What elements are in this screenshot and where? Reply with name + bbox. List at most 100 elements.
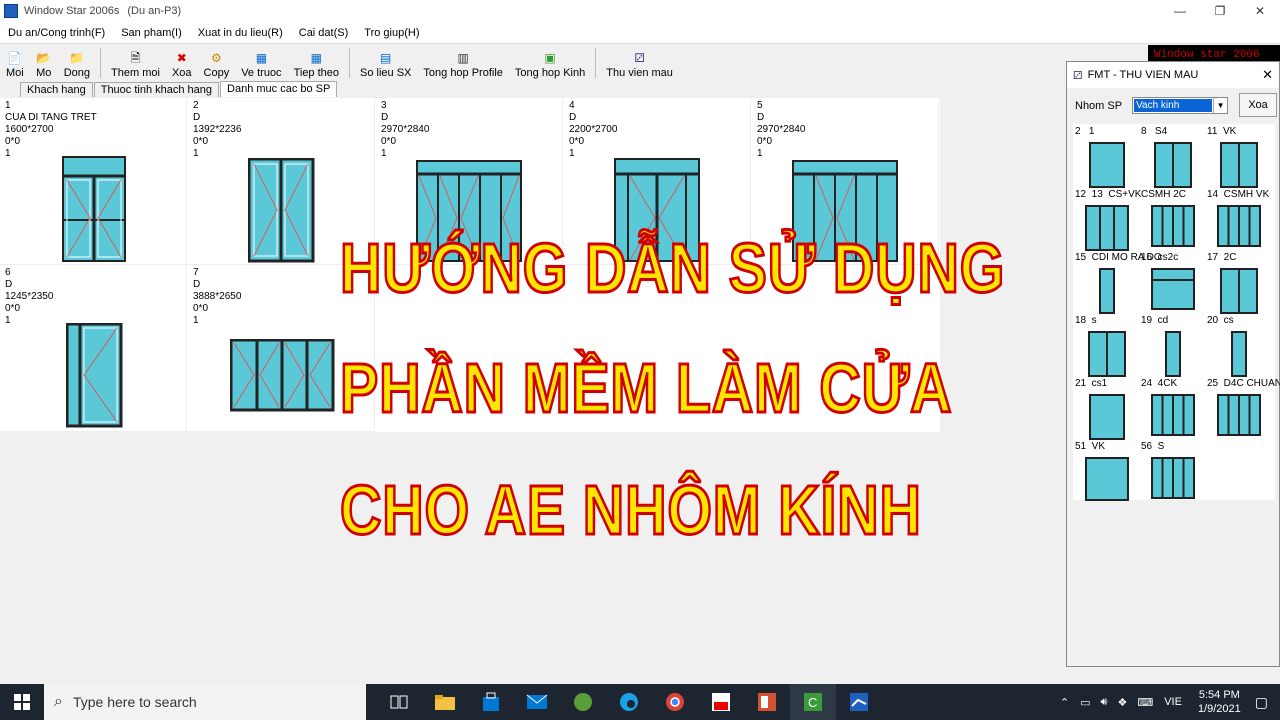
- sample-label: 12 13 CS+VK: [1075, 189, 1142, 200]
- copy-button[interactable]: ⚙ Copy: [198, 45, 236, 81]
- search-icon: ⌕: [54, 693, 63, 710]
- sample-item[interactable]: 56 S: [1139, 439, 1205, 502]
- toolbar-divider: [595, 48, 597, 78]
- sample-thumbnail: [1085, 205, 1129, 251]
- menu-bar: Du an/Cong trinh(F) San pham(I) Xuat in …: [0, 22, 1280, 44]
- app-icon: [4, 4, 18, 18]
- system-tray: ⌃ ▭ 🔊︎ ❖ ⌨ VIE 5:54 PM 1/9/2021 ▢: [1054, 684, 1280, 720]
- menu-settings[interactable]: Cai dat(S): [291, 27, 357, 39]
- start-button[interactable]: [0, 684, 44, 720]
- notification-icon[interactable]: ▢: [1255, 694, 1268, 711]
- sample-item[interactable]: 21 cs1: [1073, 376, 1139, 440]
- sample-item[interactable]: 51 VK: [1073, 439, 1139, 502]
- sample-thumbnail: [1154, 142, 1192, 188]
- mail-icon[interactable]: [514, 684, 560, 720]
- sample-item[interactable]: 25 D4C CHUAN: [1205, 376, 1280, 439]
- sample-item[interactable]: 18 s: [1073, 313, 1139, 377]
- delete-icon: ✖: [176, 51, 187, 65]
- network-icon[interactable]: ▭: [1080, 696, 1090, 709]
- previous-button[interactable]: ▦ Ve truoc: [235, 45, 287, 81]
- sample-thumbnail: [1151, 457, 1195, 499]
- product-offset: 0*0: [5, 303, 21, 314]
- sample-item[interactable]: 16 cs2c: [1139, 250, 1205, 313]
- volume-icon[interactable]: 🔊︎: [1101, 696, 1108, 709]
- product-cell[interactable]: 6 D 1245*2350 0*0 1: [0, 265, 187, 432]
- sample-item[interactable]: 20 cs: [1205, 313, 1271, 377]
- minimize-icon[interactable]: —: [1160, 0, 1200, 22]
- library-button[interactable]: ⚂ Thu vien mau: [600, 45, 679, 81]
- glass-summary-button[interactable]: ▣ Tong hop Kinh: [509, 45, 591, 81]
- chevron-up-icon[interactable]: ⌃: [1060, 696, 1069, 709]
- sample-label: 24 4CK: [1141, 378, 1178, 389]
- menu-project[interactable]: Du an/Cong trinh(F): [0, 27, 113, 39]
- sample-item[interactable]: 8 S4: [1139, 124, 1205, 188]
- overlay-line: HƯỚNG DẪN SỬ DỤNG: [339, 228, 1006, 309]
- sample-item[interactable]: 14 CSMH VK: [1205, 187, 1271, 250]
- product-cell[interactable]: 1 CUA DI TANG TRET 1600*2700 0*0 1: [0, 98, 187, 265]
- windows-icon: [14, 694, 30, 710]
- sample-label: 25 D4C CHUAN: [1207, 378, 1280, 389]
- profile-summary-button[interactable]: ▥ Tong hop Profile: [417, 45, 509, 81]
- copy-label: Copy: [203, 67, 230, 79]
- product-size: 1245*2350: [5, 291, 54, 302]
- new-button[interactable]: 📄 Moi: [0, 45, 30, 81]
- tool-app-icon[interactable]: [560, 684, 606, 720]
- keyboard-icon[interactable]: ⌨: [1137, 696, 1153, 709]
- dialog-close-icon[interactable]: ✕: [1262, 67, 1273, 83]
- sample-label: 51 VK: [1075, 441, 1106, 452]
- sample-thumbnail: [1099, 268, 1115, 314]
- product-size: 2970*2840: [381, 124, 430, 135]
- next-button[interactable]: ▦ Tiep theo: [288, 45, 345, 81]
- sample-item[interactable]: CSMH 2C: [1139, 187, 1205, 250]
- dialog-title: FMT - THU VIEN MAU: [1087, 69, 1199, 81]
- store-icon[interactable]: [468, 684, 514, 720]
- chrome-icon[interactable]: [652, 684, 698, 720]
- taskbar-search[interactable]: ⌕ Type here to search: [44, 684, 366, 720]
- file-explorer-icon[interactable]: [422, 684, 468, 720]
- tab-customer-properties[interactable]: Thuoc tinh khach hang: [93, 82, 220, 97]
- product-info: 5 D 2970*2840 0*0 1: [757, 100, 805, 160]
- camtasia-icon[interactable]: C: [790, 684, 836, 720]
- menu-product[interactable]: San pham(I): [113, 27, 190, 39]
- clock[interactable]: 5:54 PM 1/9/2021: [1198, 688, 1241, 716]
- open-button[interactable]: 📂 Mo: [30, 45, 58, 81]
- delete-button[interactable]: ✖ Xoa: [166, 45, 198, 81]
- sample-label: 19 cd: [1141, 315, 1169, 326]
- sample-item[interactable]: 11 VK: [1205, 124, 1271, 188]
- product-info: 6 D 1245*2350 0*0 1: [5, 267, 53, 327]
- tab-customer[interactable]: Khach hang: [20, 82, 93, 97]
- group-select[interactable]: Vach kinh ▼: [1132, 97, 1229, 114]
- new-file-icon: 📄: [7, 51, 23, 65]
- product-offset: 0*0: [757, 136, 773, 147]
- language-indicator[interactable]: VIE: [1164, 696, 1182, 708]
- sample-item[interactable]: 19 cd: [1139, 313, 1205, 377]
- edge-icon[interactable]: [606, 684, 652, 720]
- close-icon[interactable]: ✕: [1240, 0, 1280, 22]
- close-project-button[interactable]: 📁 Dong: [58, 45, 96, 81]
- youtube-app-icon[interactable]: [698, 684, 744, 720]
- product-name: CUA DI TANG TRET: [5, 112, 97, 123]
- sample-item[interactable]: 2 1: [1073, 124, 1139, 188]
- menu-help[interactable]: Tro giup(H): [356, 27, 427, 39]
- menu-export[interactable]: Xuat in du lieu(R): [190, 27, 291, 39]
- previous-icon: ▦: [255, 51, 268, 65]
- search-placeholder: Type here to search: [72, 694, 197, 710]
- production-data-button[interactable]: ▤ So lieu SX: [354, 45, 417, 81]
- add-new-button[interactable]: 🗎 Them moi: [105, 45, 166, 81]
- sample-item[interactable]: 17 2C: [1205, 250, 1271, 314]
- sample-list: 2 1 8 S4 11 VK 12 13 CS+VK CSMH 2C 14 CSMH VK…: [1073, 124, 1280, 502]
- tab-product-list[interactable]: Danh muc cac bo SP: [220, 81, 338, 97]
- sample-item[interactable]: 15 CDI MO RA DO: [1073, 250, 1162, 314]
- chevron-down-icon[interactable]: ▼: [1213, 98, 1227, 113]
- production-data-label: So lieu SX: [360, 67, 412, 79]
- taskbar: ⌕ Type here to search C ⌃ ▭ 🔊︎ ❖ ⌨ VIE 5…: [0, 684, 1280, 720]
- sample-item[interactable]: 24 4CK: [1139, 376, 1205, 439]
- dropbox-icon[interactable]: ❖: [1117, 696, 1127, 709]
- dialog-title-bar: ⚂ FMT - THU VIEN MAU ✕: [1067, 62, 1279, 88]
- powerpoint-icon[interactable]: [744, 684, 790, 720]
- task-view-icon[interactable]: [376, 684, 422, 720]
- window-star-icon[interactable]: [836, 684, 882, 720]
- maximize-icon[interactable]: ❐: [1200, 0, 1240, 22]
- delete-sample-button[interactable]: Xoa: [1239, 93, 1277, 117]
- sample-item[interactable]: 12 13 CS+VK: [1073, 187, 1142, 251]
